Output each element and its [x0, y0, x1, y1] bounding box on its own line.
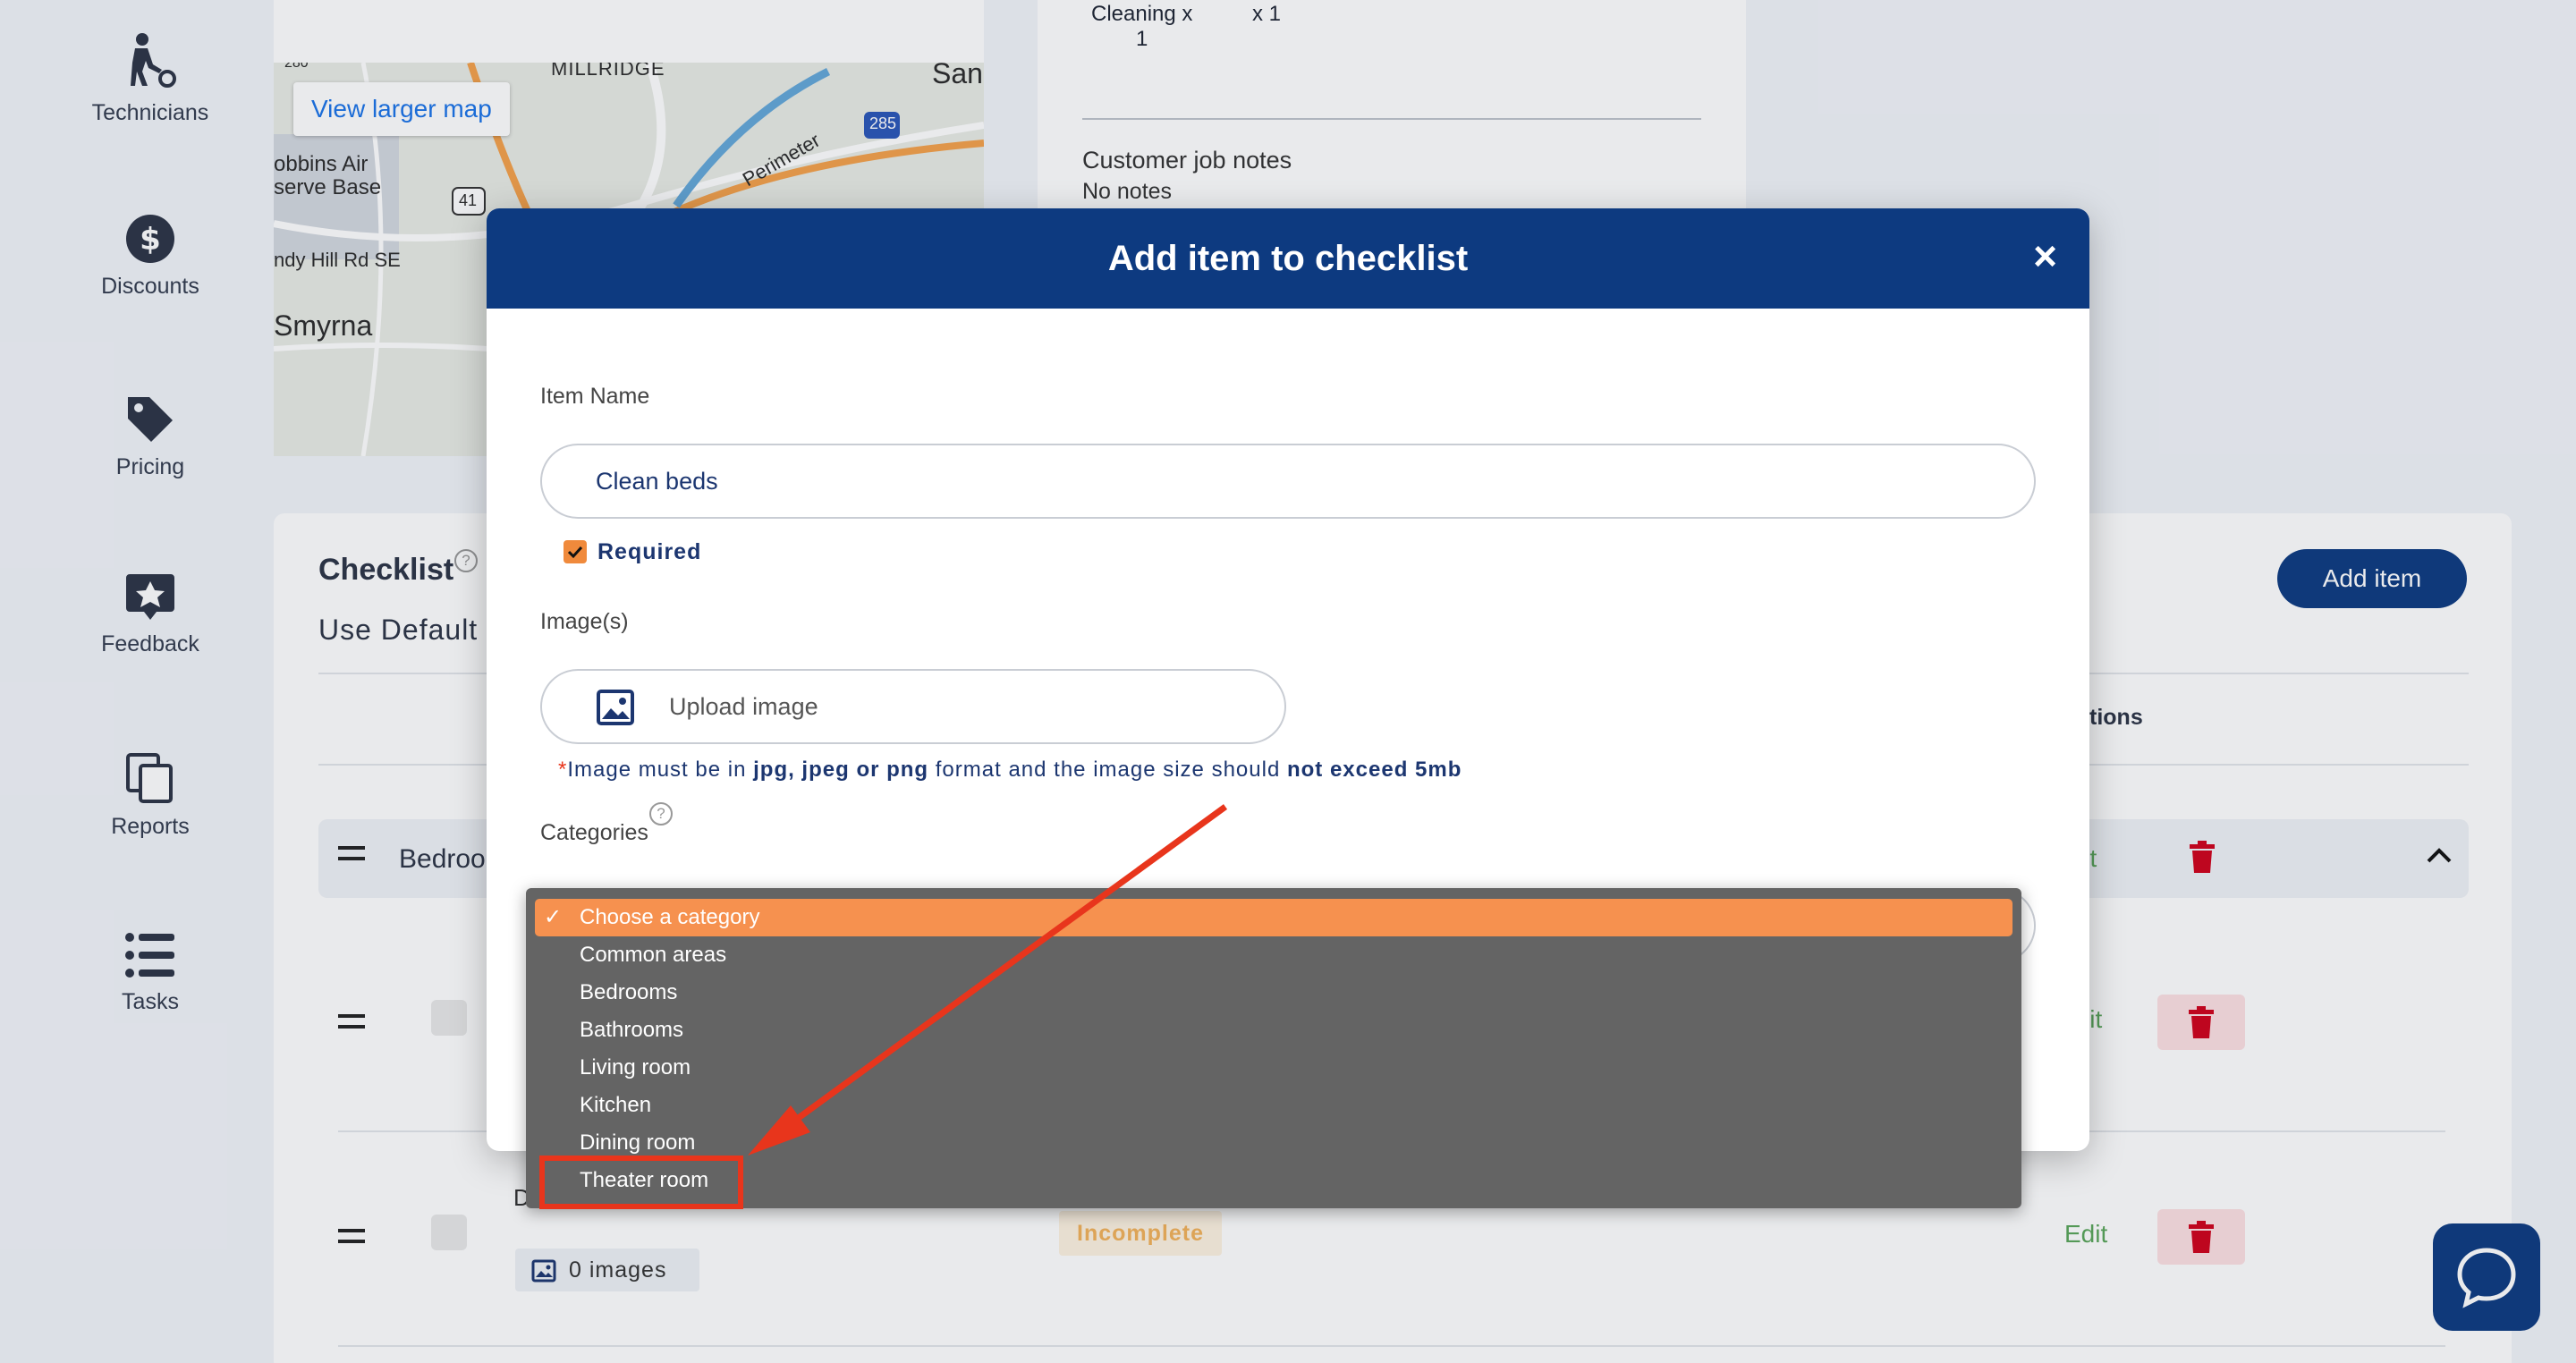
annotation-highlight-box — [539, 1156, 743, 1209]
annotation-arrow — [748, 804, 1228, 1156]
